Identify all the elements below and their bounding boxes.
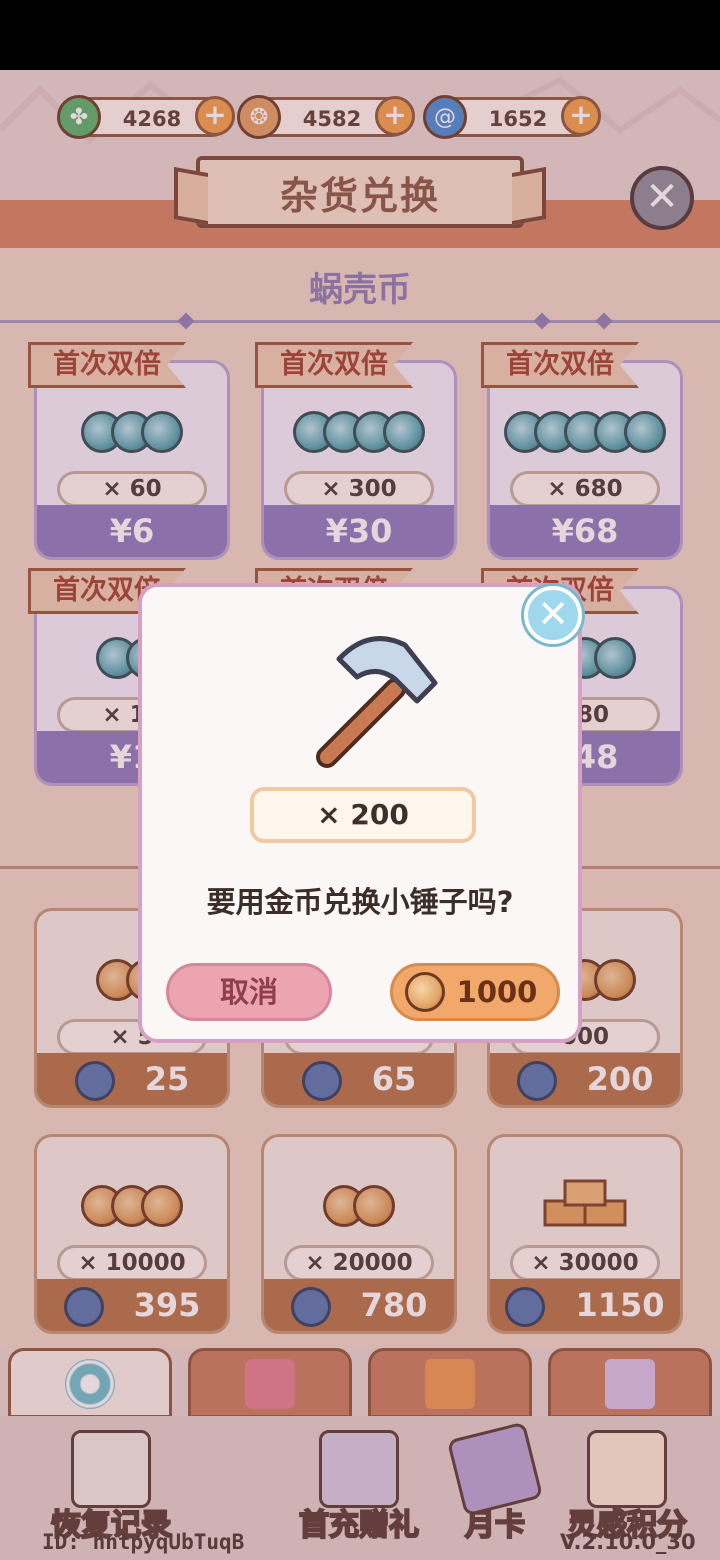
confirm-exchange-button[interactable]: 1000: [390, 963, 560, 1021]
close-icon[interactable]: ✕: [524, 586, 582, 644]
exchange-dialog: × 200 要用金币兑换小锤子吗? 取消 1000 ✕: [138, 583, 582, 1043]
gold-coin-icon: [405, 972, 445, 1012]
cancel-button[interactable]: 取消: [166, 963, 332, 1021]
confirm-price: 1000: [456, 975, 538, 1009]
confirm-question: 要用金币兑换小锤子吗?: [206, 885, 514, 919]
exchange-amount: × 200: [250, 787, 476, 843]
hammer-icon: [316, 636, 438, 768]
status-bar: [0, 0, 720, 70]
